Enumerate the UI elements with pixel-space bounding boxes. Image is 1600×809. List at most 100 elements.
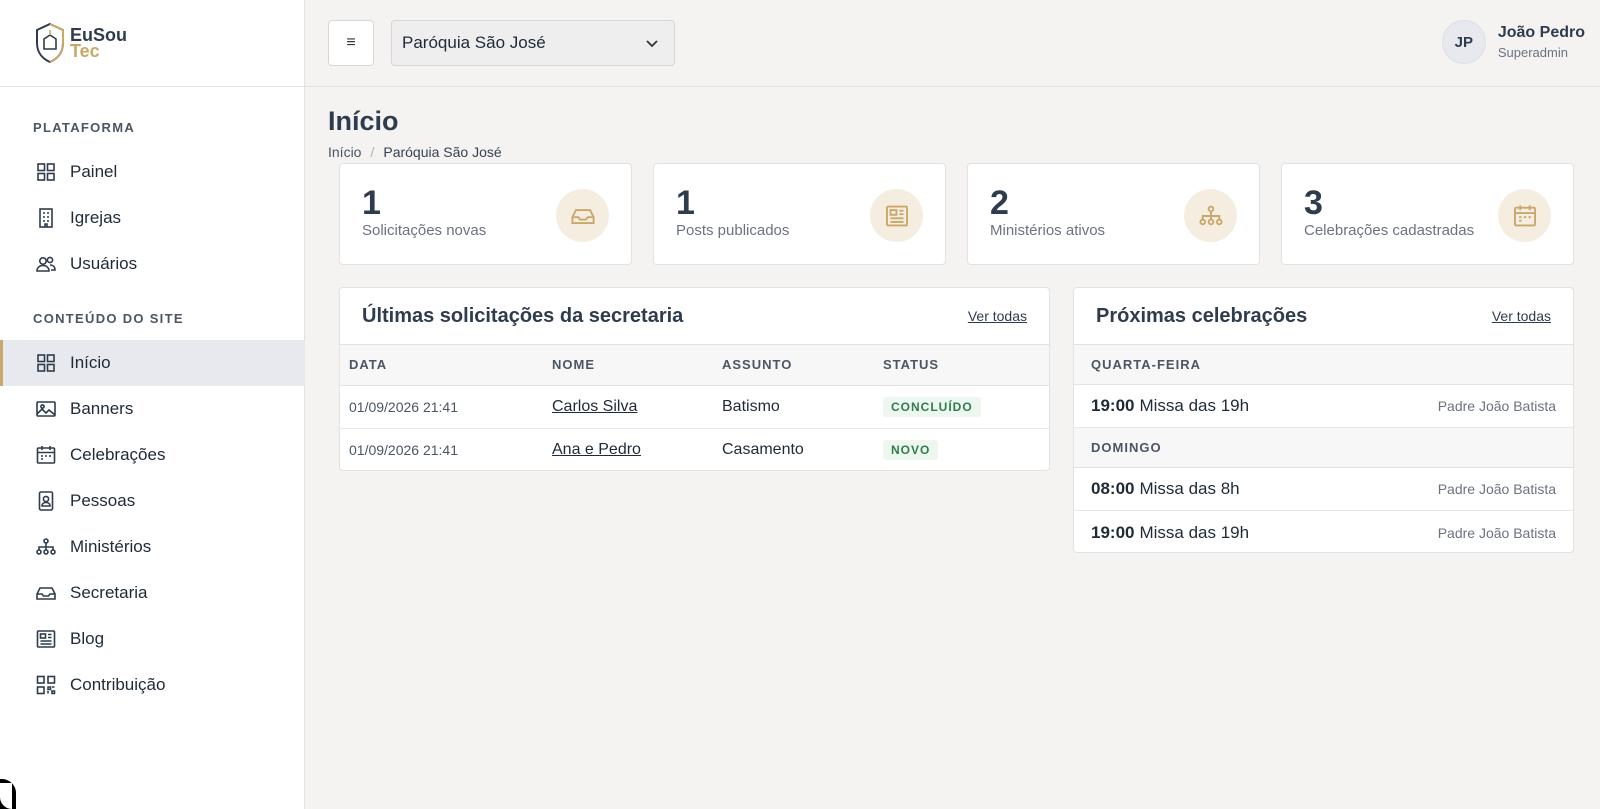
celebration-row[interactable]: 08:00 Missa das 8h Padre João Batista (1074, 468, 1573, 511)
celebration-name: Missa das 19h (1139, 522, 1250, 542)
sidebar-item-painel[interactable]: Painel (0, 149, 305, 195)
inbox-icon (570, 208, 595, 224)
stat-card-ministries[interactable]: 2 Ministérios ativos (967, 163, 1260, 265)
building-icon (39, 208, 53, 228)
qr-code-icon (36, 675, 56, 695)
cell-status: NOVO (874, 428, 1049, 470)
status-badge: CONCLUÍDO (883, 396, 981, 417)
panel-title: Últimas solicitações da secretaria (362, 304, 684, 327)
sidebar-item-igrejas[interactable]: Igrejas (0, 195, 305, 241)
celebration-priest: Padre João Batista (1437, 481, 1556, 497)
logo-bar: EuSou Tec (0, 0, 304, 87)
stat-card-celebrations[interactable]: 3 Celebrações cadastradas (1281, 163, 1574, 265)
table-header-row: DATA NOME ASSUNTO STATUS (340, 345, 1049, 386)
column-header-subject[interactable]: ASSUNTO (713, 345, 874, 386)
breadcrumb-separator: / (370, 144, 375, 160)
sidebar-item-celebracoes[interactable]: Celebrações (0, 432, 305, 478)
menu-toggle-button[interactable]: ≡ (328, 20, 374, 66)
panel-header: Últimas solicitações da secretaria Ver t… (340, 288, 1049, 345)
grid-icon (37, 354, 55, 372)
sidebar-item-label: Usuários (70, 254, 138, 273)
sidebar-item-contribuicao[interactable]: Contribuição (0, 662, 305, 708)
user-role: Superadmin (1497, 45, 1568, 60)
cell-name: Carlos Silva (543, 385, 713, 429)
requester-link[interactable]: Ana e Pedro (552, 441, 641, 458)
sidebar-item-secretaria[interactable]: Secretaria (0, 570, 305, 616)
org-chart-icon (1198, 205, 1223, 225)
nav-section-content: CONTEÚDO DO SITE (33, 311, 184, 326)
sidebar-item-banners[interactable]: Banners (0, 386, 305, 432)
shield-logo-icon (36, 22, 64, 64)
stat-label: Solicitações novas (362, 222, 487, 239)
calendar-icon (1513, 204, 1536, 226)
column-header-date[interactable]: DATA (340, 345, 543, 386)
sidebar-item-label: Banners (70, 399, 134, 418)
sidebar-item-ministerios[interactable]: Ministérios (0, 524, 305, 570)
sidebar-item-label: Pessoas (70, 491, 136, 510)
stat-card-posts[interactable]: 1 Posts publicados (653, 163, 946, 265)
view-all-requests-link[interactable]: Ver todas (968, 308, 1027, 324)
day-header: QUARTA-FEIRA (1074, 345, 1573, 385)
celebration-name: Missa das 19h (1139, 396, 1250, 415)
column-header-status[interactable]: STATUS (874, 345, 1049, 386)
image-icon (36, 401, 56, 417)
sidebar: EuSou Tec PLATAFORMA Painel Igrejas Usuá… (0, 0, 305, 809)
org-chart-icon (36, 538, 56, 555)
stat-icon-circle (1498, 189, 1551, 242)
sidebar-item-blog[interactable]: Blog (0, 616, 305, 662)
stat-label: Celebrações cadastradas (1304, 222, 1475, 239)
users-icon (36, 256, 56, 272)
cell-name: Ana e Pedro (543, 428, 713, 470)
sidebar-item-label: Blog (70, 629, 105, 648)
cell-status: CONCLUÍDO (874, 385, 1049, 429)
breadcrumb-current: Paróquia São José (383, 144, 502, 160)
stat-value: 1 (362, 184, 381, 222)
sidebar-item-label: Contribuição (70, 675, 166, 694)
celebration-time: 08:00 (1091, 479, 1135, 498)
calendar-icon (36, 446, 56, 464)
celebration-name: Missa das 8h (1139, 479, 1240, 498)
stat-value: 2 (990, 184, 1009, 222)
celebration-time: 19:00 (1091, 522, 1135, 542)
cell-date: 01/09/2026 21:41 (340, 385, 543, 429)
table-row[interactable]: 01/09/2026 21:41 Ana e Pedro Casamento N… (340, 428, 1049, 470)
requester-link[interactable]: Carlos Silva (552, 398, 637, 415)
nav-section-platform: PLATAFORMA (33, 120, 136, 135)
celebration-time: 19:00 (1091, 396, 1135, 415)
panel-title: Próximas celebrações (1096, 304, 1308, 327)
sidebar-item-inicio[interactable]: Início (0, 340, 305, 386)
sidebar-item-pessoas[interactable]: Pessoas (0, 478, 305, 524)
stat-value: 1 (676, 184, 695, 222)
newspaper-icon (36, 630, 56, 648)
stat-card-requests[interactable]: 1 Solicitações novas (339, 163, 632, 265)
stat-icon-circle (556, 189, 609, 242)
sidebar-item-usuarios[interactable]: Usuários (0, 241, 305, 287)
column-header-name[interactable]: NOME (543, 345, 713, 386)
stat-icon-circle (1184, 189, 1237, 242)
parish-select-value: Paróquia São José (402, 33, 546, 52)
person-badge-icon (38, 491, 54, 511)
sidebar-item-label: Secretaria (70, 583, 148, 602)
sidebar-item-label: Igrejas (70, 208, 122, 227)
celebration-row[interactable]: 19:00 Missa das 19h Padre João Batista (1074, 385, 1573, 428)
breadcrumb: Início / Paróquia São José (328, 144, 502, 160)
sidebar-item-label: Painel (70, 162, 118, 181)
stat-icon-circle (870, 189, 923, 242)
requests-panel: Últimas solicitações da secretaria Ver t… (339, 287, 1050, 471)
stat-label: Posts publicados (676, 222, 790, 239)
status-badge: NOVO (883, 439, 939, 460)
avatar: JP (1441, 20, 1486, 64)
requests-table: DATA NOME ASSUNTO STATUS 01/09/2026 21:4… (340, 345, 1049, 470)
stat-value: 3 (1304, 184, 1323, 222)
newspaper-icon (885, 205, 908, 226)
user-name: João Pedro (1497, 24, 1585, 41)
user-menu[interactable]: JP João Pedro Superadmin (1441, 20, 1585, 64)
nav-list-platform: Painel Igrejas Usuários (0, 149, 305, 287)
table-row[interactable]: 01/09/2026 21:41 Carlos Silva Batismo CO… (340, 385, 1049, 429)
breadcrumb-home[interactable]: Início (328, 144, 361, 160)
view-all-celebrations-link[interactable]: Ver todas (1492, 308, 1551, 324)
parish-select[interactable]: Paróquia São José (391, 20, 675, 66)
chevron-down-icon (646, 40, 658, 48)
brand-logo[interactable]: EuSou Tec (32, 21, 127, 65)
celebration-row[interactable]: 19:00 Missa das 19h Padre João Batista (1074, 511, 1573, 552)
